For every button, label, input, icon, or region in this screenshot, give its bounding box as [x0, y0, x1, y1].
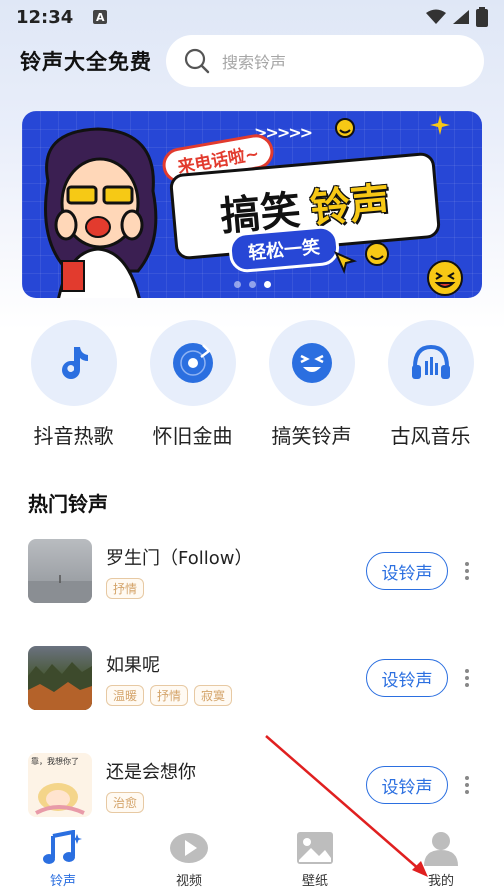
more-options-icon[interactable]	[456, 669, 478, 687]
category-label: 搞笑铃声	[271, 424, 352, 448]
nav-tab-videos[interactable]: 视频	[126, 822, 252, 896]
status-bar: 12:34 A	[0, 0, 504, 34]
song-title: 如果呢	[106, 654, 160, 676]
song-tag: 温暖	[106, 684, 145, 706]
banner-tag: 轻松一笑	[227, 224, 341, 274]
category-label: 抖音热歌	[33, 424, 114, 448]
music-notes-icon	[43, 830, 82, 864]
status-time: 12:34	[16, 6, 74, 28]
song-info: 罗生门（Follow） 抒情	[106, 544, 366, 599]
song-thumbnail: 靠，我想你了	[28, 753, 92, 817]
song-row[interactable]: 如果呢 温暖 抒情 寂寞 设铃声	[28, 645, 478, 711]
song-info: 如果呢 温暖 抒情 寂寞	[106, 651, 366, 706]
category-funny-ringtones[interactable]: 搞笑铃声	[257, 320, 367, 450]
tiktok-note-icon	[61, 347, 88, 379]
video-play-icon	[170, 833, 208, 863]
nav-label: 壁纸	[301, 874, 328, 889]
nav-label: 铃声	[49, 874, 76, 889]
song-tag: 抒情	[150, 684, 189, 706]
category-row: 抖音热歌 怀旧金曲 搞笑铃声 古风音乐	[0, 320, 504, 450]
hot-section-title: 热门铃声	[28, 492, 108, 516]
search-placeholder: 搜索铃声	[222, 53, 287, 72]
song-tags: 抒情	[106, 577, 366, 599]
sparkle-icon	[430, 115, 450, 135]
song-title: 还是会想你	[106, 761, 196, 783]
bottom-navigation: 铃声 视频 壁纸 我的	[0, 822, 504, 896]
wallpaper-image-icon	[297, 832, 333, 864]
banner-dot[interactable]	[233, 281, 241, 288]
category-douyin-hits[interactable]: 抖音热歌	[19, 320, 129, 450]
nav-label: 我的	[427, 874, 454, 889]
app-title: 铃声大全免费	[20, 50, 152, 74]
category-label: 古风音乐	[390, 424, 471, 448]
banner-dot[interactable]	[248, 281, 256, 288]
category-icon-circle	[30, 320, 117, 406]
category-icon-circle	[268, 320, 355, 406]
wink-emoji-icon	[335, 118, 355, 138]
foggy-landscape-image	[28, 575, 92, 603]
headphones-music-icon	[411, 344, 450, 379]
vinyl-record-icon	[172, 343, 213, 383]
profile-person-icon	[424, 832, 458, 866]
song-thumbnail	[28, 539, 92, 603]
song-tag: 治愈	[106, 791, 145, 813]
promo-banner[interactable]: >>>>> 来电话啦~ 搞笑 铃声 轻松一笑	[22, 111, 482, 298]
cursor-icon	[334, 251, 358, 275]
laughing-emoji-icon	[427, 260, 463, 296]
song-row[interactable]: 靠，我想你了 还是会想你 治愈 设铃声	[28, 752, 478, 818]
notification-icon: A	[93, 10, 108, 24]
song-tags: 温暖 抒情 寂寞	[106, 684, 366, 706]
battery-icon	[476, 7, 488, 27]
wifi-icon	[426, 9, 446, 24]
nav-tab-profile[interactable]: 我的	[378, 822, 504, 896]
laughing-face-icon	[291, 343, 332, 383]
song-tags: 治愈	[106, 791, 366, 813]
cartoon-girl-illustration	[44, 127, 158, 298]
thumbnail-caption: 靠，我想你了	[31, 757, 79, 766]
search-icon	[184, 48, 210, 74]
set-ringtone-button[interactable]: 设铃声	[366, 766, 448, 804]
more-options-icon[interactable]	[456, 776, 478, 794]
category-label: 怀旧金曲	[152, 424, 233, 448]
banner-dot-active[interactable]	[263, 281, 271, 288]
nav-tab-ringtones[interactable]: 铃声	[0, 822, 126, 896]
autumn-forest-image	[28, 662, 92, 710]
smile-emoji-icon	[365, 242, 389, 266]
status-icons	[426, 7, 488, 27]
song-tag: 抒情	[106, 577, 145, 599]
set-ringtone-button[interactable]: 设铃声	[366, 659, 448, 697]
category-ancient-style[interactable]: 古风音乐	[376, 320, 486, 450]
search-input[interactable]: 搜索铃声	[166, 35, 484, 87]
banner-pagination	[22, 281, 482, 288]
category-icon-circle	[149, 320, 236, 406]
category-nostalgic-classics[interactable]: 怀旧金曲	[138, 320, 248, 450]
song-tag: 寂寞	[194, 684, 233, 706]
more-options-icon[interactable]	[456, 562, 478, 580]
header: 铃声大全免费 搜索铃声	[0, 34, 504, 88]
song-title: 罗生门（Follow）	[106, 547, 253, 569]
signal-icon	[453, 10, 469, 24]
song-thumbnail	[28, 646, 92, 710]
song-info: 还是会想你 治愈	[106, 758, 366, 813]
nav-tab-wallpapers[interactable]: 壁纸	[252, 822, 378, 896]
category-icon-circle	[387, 320, 474, 406]
nav-label: 视频	[175, 874, 202, 889]
song-row[interactable]: 罗生门（Follow） 抒情 设铃声	[28, 538, 478, 604]
set-ringtone-button[interactable]: 设铃声	[366, 552, 448, 590]
